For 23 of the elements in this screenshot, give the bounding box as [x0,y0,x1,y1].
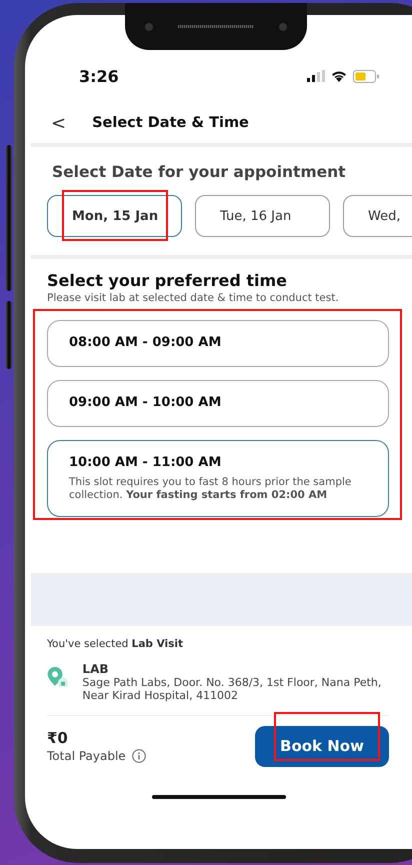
date-chip[interactable]: Wed, [343,195,412,237]
section-title: Select Date for your appointment [52,163,347,181]
total-label: Total Payable [47,749,126,764]
book-now-button[interactable]: Book Now [255,726,389,767]
section-title: Select your preferred time [47,271,288,290]
lab-title: LAB [82,662,110,676]
time-slot[interactable]: 08:00 AM - 09:00 AM [47,320,389,367]
status-time: 3:26 [79,66,119,86]
slot-note: This slot requires you to fast 8 hours prior the sample collection. Your fasting starts from 02:00 AM [69,476,352,502]
signal-icon [307,70,325,82]
wifi-icon [331,70,347,82]
time-slot[interactable]: 10:00 AM - 11:00 AM This slot requires you to fast 8 hours prior the sample collection. Your fasting starts from 02:00 AM [47,440,389,518]
page-title: Select Date & Time [92,115,249,131]
back-button[interactable]: < [47,112,70,134]
total-amount: ₹0 [47,729,69,748]
time-slot[interactable]: 09:00 AM - 10:00 AM [47,380,389,427]
selected-visit-text: You've selected Lab Visit [47,638,184,650]
date-chip[interactable]: Tue, 16 Jan [195,195,330,237]
info-icon[interactable] [132,749,146,764]
battery-icon [353,70,379,82]
section-subtitle: Please visit lab at selected date & time to conduct test. [47,292,340,304]
lab-address: Sage Path Labs, Door. No. 368/3, 1st Floor, Nana Peth, Near Kirad Hospital, 411002 [82,676,382,703]
date-chip[interactable]: Mon, 15 Jan [47,195,182,237]
